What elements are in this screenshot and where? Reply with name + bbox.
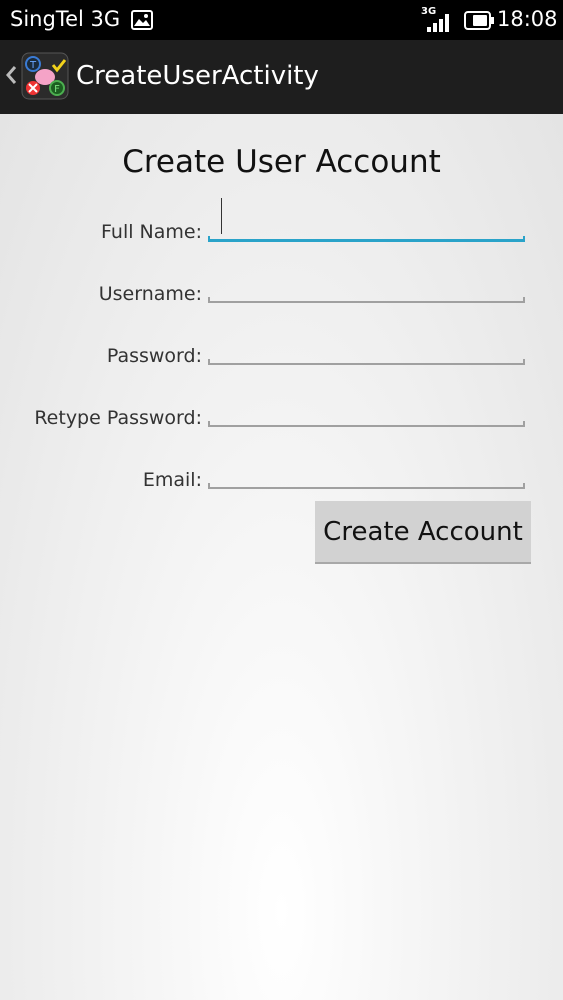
retype-password-input[interactable] <box>208 391 525 427</box>
text-cursor <box>221 198 222 234</box>
battery-icon <box>464 11 494 30</box>
status-bar: SingTel 3G 3G 18:08 <box>0 0 563 40</box>
create-account-button[interactable]: Create Account <box>315 501 531 564</box>
password-input[interactable] <box>208 329 525 365</box>
username-input[interactable] <box>208 267 525 303</box>
password-label: Password: <box>106 345 202 367</box>
carrier-label: SingTel 3G <box>10 7 121 31</box>
content-area: Create User Account Full Name: Username:… <box>0 114 563 1000</box>
svg-text:F: F <box>54 84 60 95</box>
signal-strength-icon <box>427 14 449 32</box>
retype-password-label: Retype Password: <box>34 407 202 429</box>
back-chevron-icon[interactable] <box>4 64 18 86</box>
activity-title: CreateUserActivity <box>76 61 319 91</box>
username-label: Username: <box>98 283 202 305</box>
form-title: Create User Account <box>122 144 441 180</box>
svg-text:T: T <box>29 60 37 71</box>
full-name-label: Full Name: <box>101 221 202 243</box>
full-name-input[interactable] <box>208 198 525 242</box>
action-bar: T F CreateUserActivity <box>0 40 563 115</box>
clock: 18:08 <box>497 7 558 31</box>
gallery-notification-icon <box>131 10 153 30</box>
email-label: Email: <box>142 469 202 491</box>
email-input[interactable] <box>208 453 525 489</box>
app-icon[interactable]: T F <box>21 52 69 100</box>
